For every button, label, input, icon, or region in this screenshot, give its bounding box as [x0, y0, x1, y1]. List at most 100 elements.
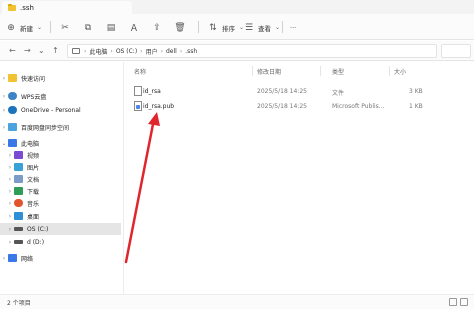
sidebar-item-onedrive[interactable]: › OneDrive - Personal [0, 104, 121, 116]
chevron-right-icon[interactable]: › [6, 226, 14, 233]
drive-icon [14, 227, 23, 231]
network-icon [8, 254, 17, 262]
chevron-right-icon[interactable]: › [0, 107, 8, 114]
breadcrumb-separator: › [84, 47, 87, 55]
sidebar-item-pictures[interactable]: › 图片 [0, 161, 121, 173]
sidebar-item-quick-access[interactable]: › 快速访问 [0, 72, 121, 84]
chevron-right-icon[interactable]: › [0, 93, 8, 100]
file-size: 1 KB [409, 103, 423, 110]
recent-chevron-icon[interactable]: ⌄ [38, 46, 45, 55]
breadcrumb-dell[interactable]: dell [166, 48, 177, 55]
sidebar-item-wps-cloud[interactable]: › WPS云盘 [0, 90, 121, 102]
breadcrumb-separator: › [179, 47, 183, 55]
view-icon: ☰ [244, 22, 254, 33]
star-icon [8, 74, 17, 82]
sidebar-item-os-c[interactable]: › OS (C:) [0, 223, 121, 235]
more-button[interactable]: ··· [290, 20, 296, 35]
address-bar[interactable]: › 此电脑 › OS (C:) › 用户 › dell › .ssh [67, 44, 437, 58]
paste-button[interactable]: ▤ [106, 20, 116, 35]
search-input[interactable] [441, 44, 471, 58]
cut-button[interactable]: ✂ [60, 20, 70, 35]
chevron-right-icon[interactable]: › [6, 188, 14, 195]
copy-button[interactable]: ⧉ [83, 20, 93, 35]
chevron-right-icon[interactable]: › [6, 213, 14, 220]
breadcrumb-separator: › [110, 47, 113, 55]
chevron-right-icon[interactable]: › [6, 176, 14, 183]
sidebar-item-network[interactable]: › 网络 [0, 252, 121, 264]
command-bar: ⊕ 新建 ⌄ ✂ ⧉ ▤ Ａ ⇪ 🗑 ⇅ 排序 ⌄ ☰ 查看 ⌄ ··· [0, 14, 474, 40]
file-list: 名称 修改日期 类型 大小 id_rsa 2025/5/18 14:25 文件 … [124, 62, 474, 294]
delete-button[interactable]: 🗑 [174, 20, 186, 35]
onedrive-icon [8, 106, 17, 114]
video-icon [14, 151, 23, 159]
sidebar-item-label: d (D:) [27, 238, 45, 246]
view-label: 查看 [258, 24, 271, 33]
chevron-down-icon[interactable]: ⌄ [0, 140, 8, 147]
pictures-icon [14, 163, 23, 171]
sidebar-item-desktop[interactable]: › 桌面 [0, 210, 121, 222]
chevron-down-icon: ⌄ [37, 24, 43, 31]
breadcrumb-users[interactable]: 用户 [146, 47, 158, 56]
sidebar-item-label: 音乐 [27, 200, 40, 208]
download-icon [14, 187, 23, 195]
sidebar-item-label: 网络 [21, 255, 34, 263]
desktop-icon [14, 212, 23, 220]
chevron-right-icon[interactable]: › [6, 200, 14, 207]
breadcrumb-this-pc[interactable]: 此电脑 [89, 47, 107, 56]
column-header-type[interactable]: 类型 [332, 67, 344, 76]
sort-label: 排序 [222, 24, 235, 33]
publisher-file-icon [134, 101, 142, 111]
documents-icon [14, 175, 23, 183]
copy-icon: ⧉ [84, 22, 92, 33]
sidebar-item-documents[interactable]: › 文档 [0, 173, 121, 185]
file-date: 2025/5/18 14:25 [257, 88, 307, 95]
folder-icon [8, 3, 16, 11]
sidebar-item-downloads[interactable]: › 下载 [0, 185, 121, 197]
sidebar-item-videos[interactable]: › 视频 [0, 149, 121, 161]
file-date: 2025/5/18 14:25 [257, 103, 307, 110]
up-arrow-icon[interactable]: ↑ [52, 46, 59, 55]
cloud-icon [8, 92, 17, 100]
chevron-right-icon[interactable]: › [0, 255, 8, 262]
share-button[interactable]: ⇪ [152, 20, 162, 35]
sidebar-item-label: 视频 [27, 152, 40, 160]
delete-icon: 🗑 [174, 22, 186, 33]
paste-icon: ▤ [106, 22, 116, 33]
column-header-size[interactable]: 大小 [394, 67, 406, 76]
breadcrumb-ssh[interactable]: .ssh [185, 48, 197, 55]
chevron-right-icon[interactable]: › [6, 164, 14, 171]
chevron-right-icon[interactable]: › [0, 124, 8, 131]
window-tab[interactable]: .ssh [2, 1, 132, 14]
details-view-icon[interactable] [449, 298, 457, 306]
pc-icon [8, 139, 17, 147]
sidebar-item-music[interactable]: › 音乐 [0, 197, 121, 209]
tab-title: .ssh [20, 3, 34, 12]
sidebar-item-this-pc[interactable]: ⌄ 此电脑 [0, 137, 121, 149]
chevron-right-icon[interactable]: › [6, 152, 14, 159]
tiles-view-icon[interactable] [460, 298, 468, 306]
sidebar-item-d-drive[interactable]: › d (D:) [0, 236, 121, 248]
rename-button[interactable]: Ａ [129, 20, 139, 35]
navigation-pane: › 快速访问 › WPS云盘 › OneDrive - Personal › 百… [0, 62, 121, 294]
table-row[interactable]: id_rsa 2025/5/18 14:25 文件 3 KB [129, 86, 469, 98]
sort-button[interactable]: ⇅ 排序 ⌄ [208, 20, 244, 35]
pc-icon [72, 48, 80, 54]
column-header-name[interactable]: 名称 [134, 67, 146, 76]
address-bar-row: ← → ⌄ ↑ › 此电脑 › OS (C:) › 用户 › dell › .s… [0, 41, 474, 61]
column-header-date[interactable]: 修改日期 [257, 67, 281, 76]
title-bar: .ssh [0, 0, 474, 14]
sidebar-item-label: OS (C:) [27, 225, 49, 233]
new-button[interactable]: ⊕ 新建 ⌄ [6, 20, 42, 35]
back-arrow-icon[interactable]: ← [9, 46, 16, 55]
chevron-right-icon[interactable]: › [0, 75, 8, 82]
sidebar-item-label: WPS云盘 [21, 93, 47, 101]
file-type: Microsoft Publis... [332, 103, 385, 110]
table-row[interactable]: id_rsa.pub 2025/5/18 14:25 Microsoft Pub… [129, 101, 469, 113]
chevron-right-icon[interactable]: › [6, 239, 14, 246]
sidebar-item-label: 快速访问 [21, 75, 46, 83]
sidebar-item-baidu[interactable]: › 百度网盘同步空间 [0, 121, 121, 133]
breadcrumb-os-c[interactable]: OS (C:) [116, 48, 137, 55]
file-icon [134, 86, 142, 96]
forward-arrow-icon[interactable]: → [24, 46, 31, 55]
view-button[interactable]: ☰ 查看 ⌄ [244, 20, 280, 35]
